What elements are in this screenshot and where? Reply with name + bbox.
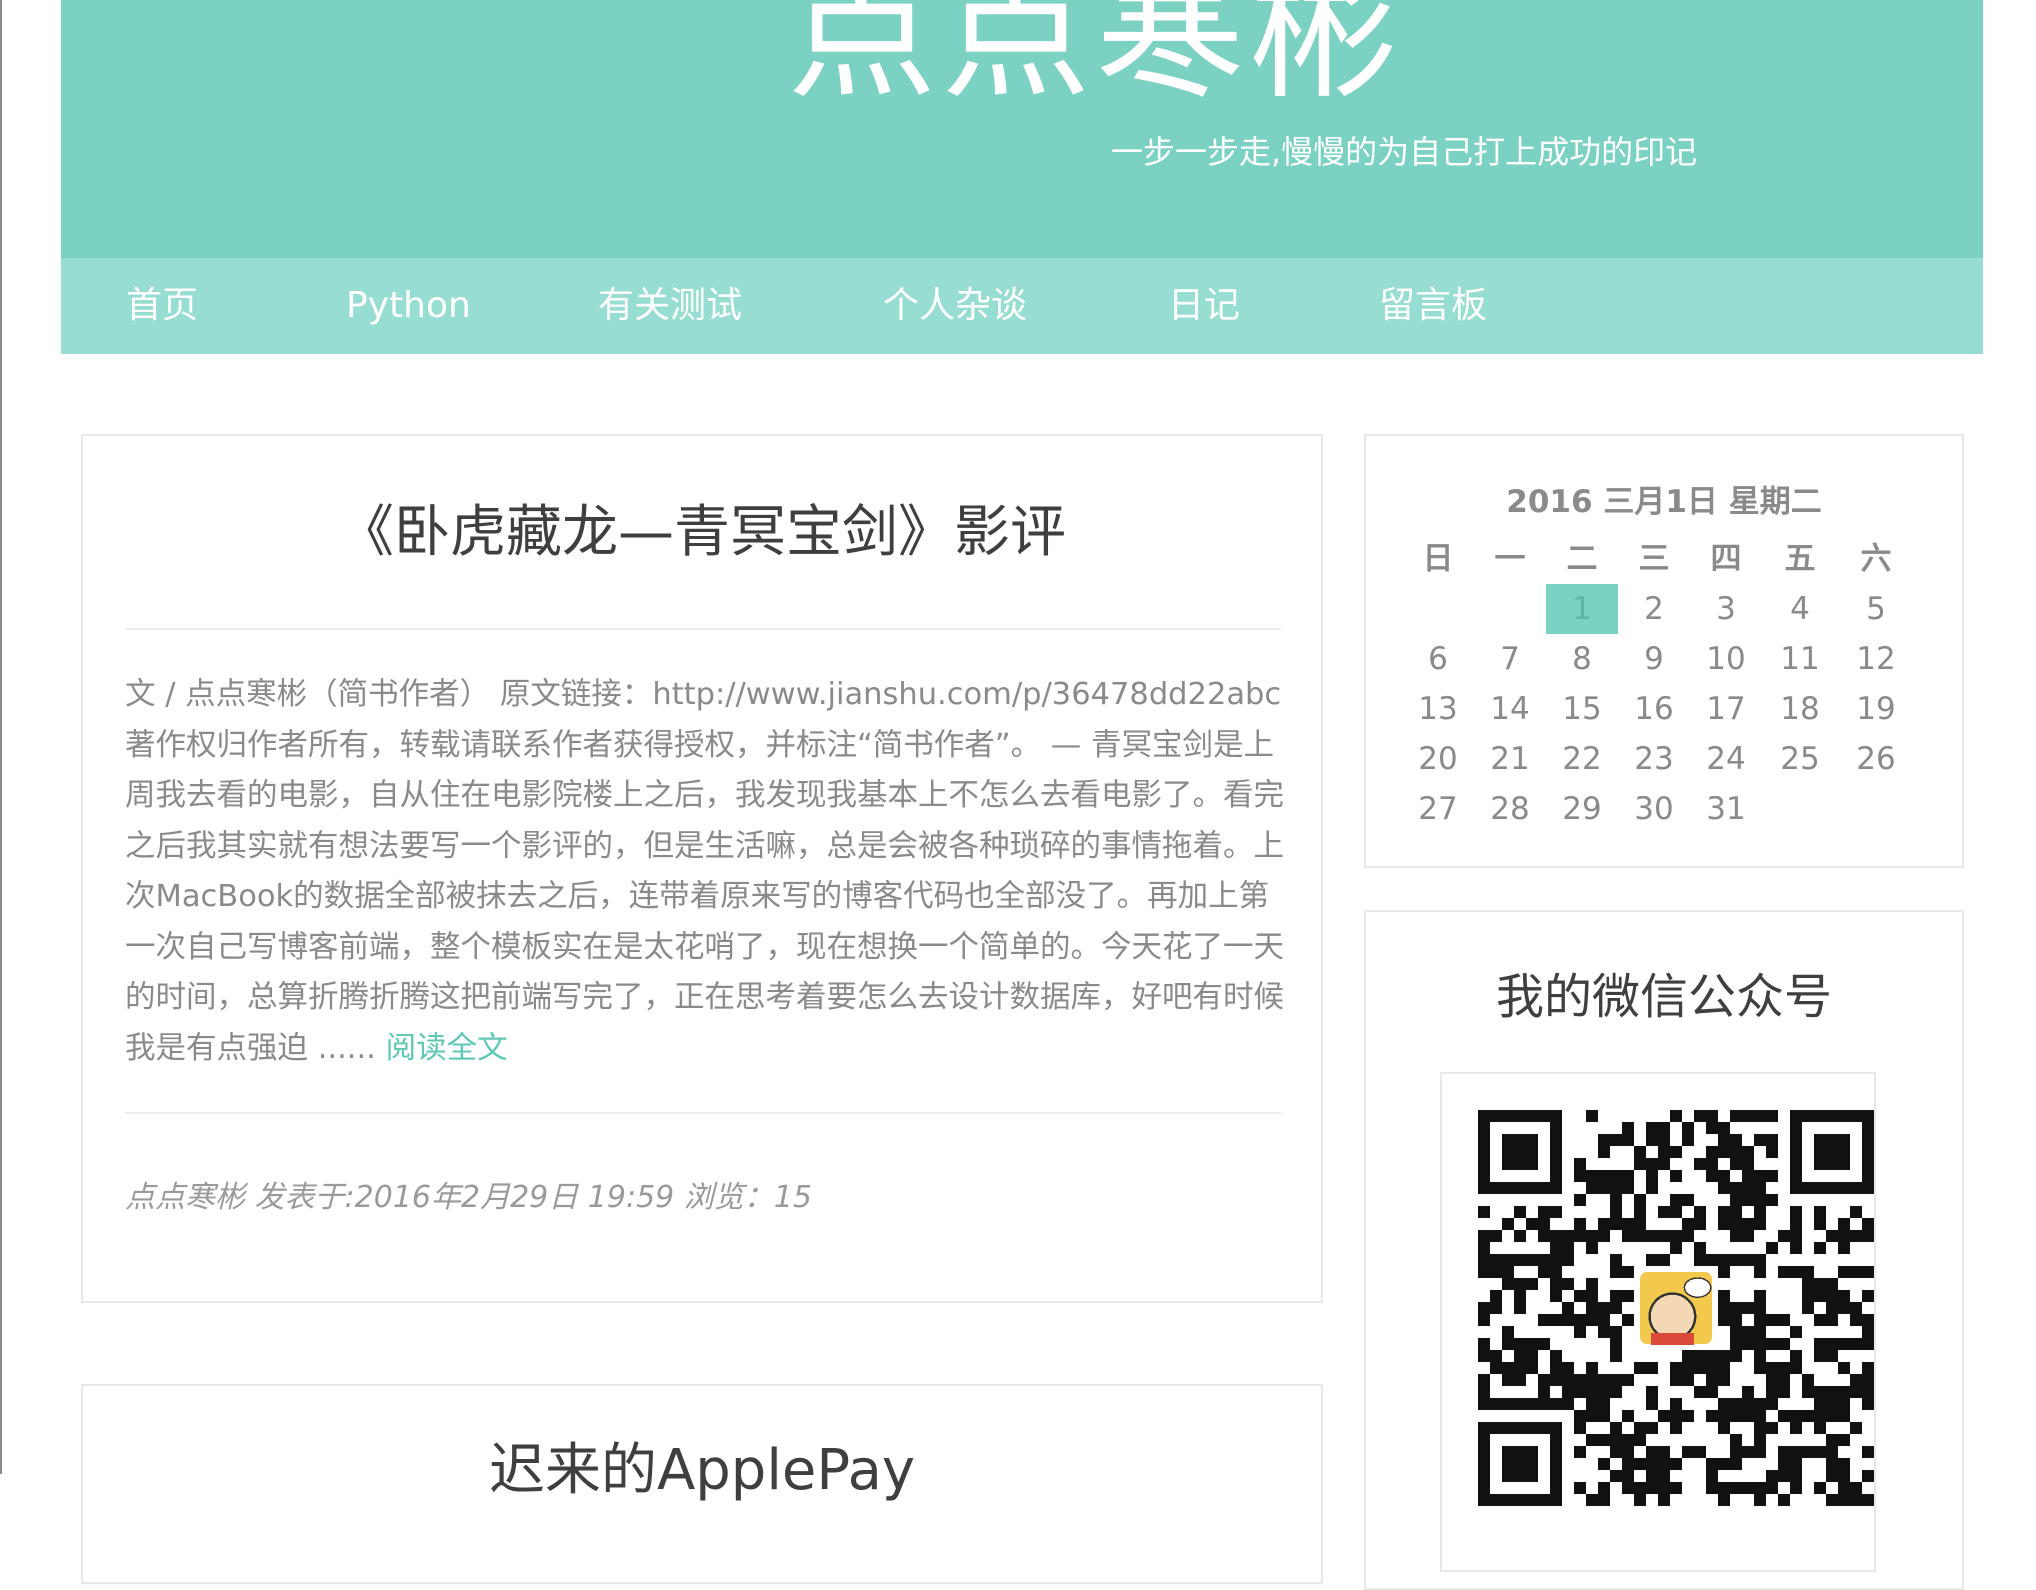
calendar-day[interactable]: 18 bbox=[1764, 684, 1836, 734]
post-title[interactable]: 《卧虎藏龙—青冥宝剑》影评 bbox=[83, 498, 1321, 568]
nav-item-testing[interactable]: 有关测试 bbox=[598, 258, 742, 354]
calendar-day[interactable]: 12 bbox=[1840, 634, 1912, 684]
qr-frame bbox=[1440, 1072, 1876, 1572]
wechat-title: 我的微信公众号 bbox=[1495, 969, 1832, 1025]
post-excerpt-text: 文 / 点点寒彬（简书作者） 原文链接：http://www.jianshu.c… bbox=[125, 677, 1284, 1066]
site-header: 点点寒彬 一步一步走,慢慢的为自己打上成功的印记 bbox=[61, 0, 1983, 258]
calendar-weekday: 一 bbox=[1494, 541, 1526, 577]
post-divider-bottom bbox=[125, 1112, 1281, 1114]
calendar-day[interactable]: 15 bbox=[1546, 684, 1618, 734]
calendar-day[interactable]: 9 bbox=[1618, 634, 1690, 684]
window-edge bbox=[0, 0, 2, 1474]
calendar-weekday: 三 bbox=[1638, 541, 1670, 577]
calendar-day[interactable]: 25 bbox=[1764, 734, 1836, 784]
calendar-day[interactable]: 10 bbox=[1690, 634, 1762, 684]
calendar-day[interactable]: 19 bbox=[1840, 684, 1912, 734]
calendar-weekday: 二 bbox=[1566, 541, 1598, 577]
calendar-day[interactable]: 30 bbox=[1618, 784, 1690, 834]
calendar-widget: 2016 三月1日 星期二 日一二三四五六 1 2 3 4 5 6 7 8 9 10 11 12 13 14… bbox=[1364, 434, 1964, 868]
calendar-day[interactable]: 20 bbox=[1402, 734, 1474, 784]
calendar-weekday: 六 bbox=[1860, 541, 1892, 577]
calendar-weekday: 日 bbox=[1422, 541, 1454, 577]
calendar-day[interactable]: 8 bbox=[1546, 634, 1618, 684]
post-card-2: 迟来的ApplePay bbox=[81, 1384, 1323, 1584]
calendar-day[interactable]: 17 bbox=[1690, 684, 1762, 734]
post-meta: 点点寒彬 发表于:2016年2月29日 19:59 浏览：15 bbox=[125, 1180, 812, 1215]
calendar-day[interactable]: 16 bbox=[1618, 684, 1690, 734]
calendar-day[interactable]: 21 bbox=[1474, 734, 1546, 784]
read-more-link[interactable]: 阅读全文 bbox=[386, 1031, 508, 1066]
calendar-day[interactable]: 13 bbox=[1402, 684, 1474, 734]
calendar-weekday: 四 bbox=[1710, 541, 1742, 577]
calendar-day[interactable]: 7 bbox=[1474, 634, 1546, 684]
calendar-day[interactable]: 3 bbox=[1690, 584, 1762, 634]
calendar-day[interactable]: 14 bbox=[1474, 684, 1546, 734]
calendar-day[interactable]: 28 bbox=[1474, 784, 1546, 834]
calendar-day[interactable]: 22 bbox=[1546, 734, 1618, 784]
post-title-2[interactable]: 迟来的ApplePay bbox=[83, 1436, 1321, 1506]
calendar-weekday: 五 bbox=[1784, 541, 1816, 577]
calendar-day[interactable]: 31 bbox=[1690, 784, 1762, 834]
post-excerpt: 文 / 点点寒彬（简书作者） 原文链接：http://www.jianshu.c… bbox=[125, 670, 1285, 1074]
site-slogan: 一步一步走,慢慢的为自己打上成功的印记 bbox=[1111, 133, 1698, 171]
calendar-caption: 2016 三月1日 星期二 bbox=[1506, 484, 1822, 520]
calendar-day[interactable]: 5 bbox=[1840, 584, 1912, 634]
nav-item-guestbook[interactable]: 留言板 bbox=[1379, 258, 1487, 354]
nav-item-diary[interactable]: 日记 bbox=[1168, 258, 1240, 354]
calendar-day[interactable]: 27 bbox=[1402, 784, 1474, 834]
calendar-day[interactable]: 24 bbox=[1690, 734, 1762, 784]
calendar-day[interactable]: 6 bbox=[1402, 634, 1474, 684]
calendar-day[interactable]: 2 bbox=[1618, 584, 1690, 634]
wechat-widget: 我的微信公众号 bbox=[1364, 910, 1964, 1590]
qr-code-image bbox=[1478, 1110, 1874, 1506]
main-nav: 首页 Python 有关测试 个人杂谈 日记 留言板 bbox=[61, 258, 1983, 354]
post-divider-top bbox=[125, 628, 1281, 630]
calendar-day[interactable]: 23 bbox=[1618, 734, 1690, 784]
calendar-day[interactable]: 11 bbox=[1764, 634, 1836, 684]
nav-item-python[interactable]: Python bbox=[346, 258, 471, 354]
post-card: 《卧虎藏龙—青冥宝剑》影评 文 / 点点寒彬（简书作者） 原文链接：http:/… bbox=[81, 434, 1323, 1303]
calendar-day[interactable]: 4 bbox=[1764, 584, 1836, 634]
nav-item-home[interactable]: 首页 bbox=[126, 258, 198, 354]
nav-item-personal[interactable]: 个人杂谈 bbox=[883, 258, 1027, 354]
calendar-day[interactable]: 26 bbox=[1840, 734, 1912, 784]
calendar-day[interactable]: 29 bbox=[1546, 784, 1618, 834]
calendar-day-today[interactable]: 1 bbox=[1546, 584, 1618, 634]
site-title[interactable]: 点点寒彬 bbox=[61, 0, 2036, 118]
